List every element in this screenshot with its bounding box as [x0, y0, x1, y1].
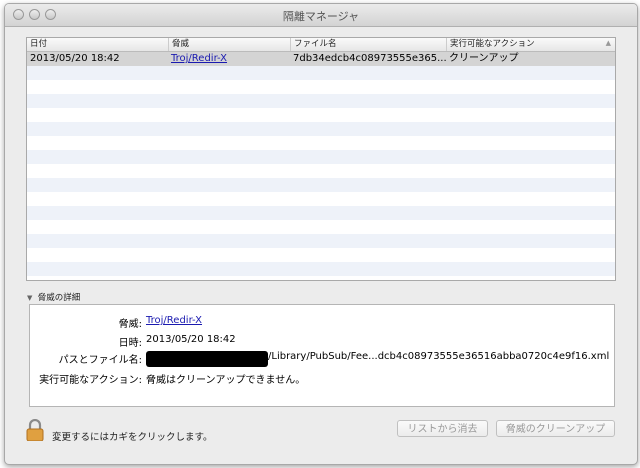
empty-row: [27, 122, 615, 136]
empty-row: [27, 94, 615, 108]
column-date[interactable]: 日付: [27, 38, 168, 51]
quarantine-manager-window: 隔離マネージャ 日付 脅威 ファイル名 実行可能なアクション ▲ 2013/05…: [4, 3, 638, 465]
empty-row: [27, 192, 615, 206]
empty-row: [27, 108, 615, 122]
datetime-label: 日時:: [118, 338, 142, 349]
path-label: パスとファイル名:: [58, 355, 142, 366]
empty-row: [27, 262, 615, 276]
threat-label: 脅威:: [118, 319, 142, 330]
empty-rows: [27, 66, 615, 280]
row-date: 2013/05/20 18:42: [30, 53, 120, 64]
empty-row: [27, 220, 615, 234]
lock-icon[interactable]: [26, 419, 44, 441]
table-header: 日付 脅威 ファイル名 実行可能なアクション ▲: [27, 38, 615, 52]
threat-link[interactable]: Troj/Redir-X: [171, 53, 227, 64]
column-threat[interactable]: 脅威: [168, 38, 290, 51]
redacted-path: [146, 351, 268, 367]
empty-row: [27, 276, 615, 280]
empty-row: [27, 178, 615, 192]
empty-row: [27, 206, 615, 220]
column-action[interactable]: 実行可能なアクション: [446, 38, 615, 51]
action-label: 実行可能なアクション:: [39, 375, 142, 386]
quarantine-table[interactable]: 日付 脅威 ファイル名 実行可能なアクション ▲ 2013/05/20 18:4…: [26, 37, 616, 281]
action-value: 脅威はクリーンアップできません。: [146, 375, 306, 386]
column-filename[interactable]: ファイル名: [290, 38, 446, 51]
window-title: 隔離マネージャ: [282, 10, 360, 23]
path-value: /Library/PubSub/Fee...dcb4c08973555e3651…: [268, 351, 610, 362]
empty-row: [27, 136, 615, 150]
lock-text: 変更するにはカギをクリックします。: [52, 432, 213, 443]
empty-row: [27, 80, 615, 94]
details-section-label: 脅威の詳細: [37, 293, 81, 303]
empty-row: [27, 150, 615, 164]
row-threat: Troj/Redir-X: [168, 52, 290, 66]
sort-arrow-icon: ▲: [605, 39, 611, 47]
threat-details-panel: 脅威: Troj/Redir-X 日時: 2013/05/20 18:42 パスとフ…: [29, 304, 615, 407]
datetime-value: 2013/05/20 18:42: [146, 334, 236, 345]
empty-row: [27, 66, 615, 80]
remove-from-list-button[interactable]: リストから消去: [397, 420, 488, 437]
empty-row: [27, 164, 615, 178]
threat-value-link[interactable]: Troj/Redir-X: [146, 315, 202, 330]
title-bar: 隔離マネージャ: [5, 4, 637, 27]
row-action: クリーンアップ: [449, 53, 519, 64]
details-disclosure[interactable]: ▼ 脅威の詳細: [27, 291, 80, 303]
row-filename: 7db34edcb4c08973555e365...: [293, 53, 446, 64]
empty-row: [27, 248, 615, 262]
empty-row: [27, 234, 615, 248]
clean-up-threat-button[interactable]: 脅威のクリーンアップ: [496, 420, 615, 437]
table-row[interactable]: 2013/05/20 18:42 Troj/Redir-X 7db34edcb4…: [27, 52, 615, 66]
disclosure-triangle-icon: ▼: [27, 294, 33, 302]
